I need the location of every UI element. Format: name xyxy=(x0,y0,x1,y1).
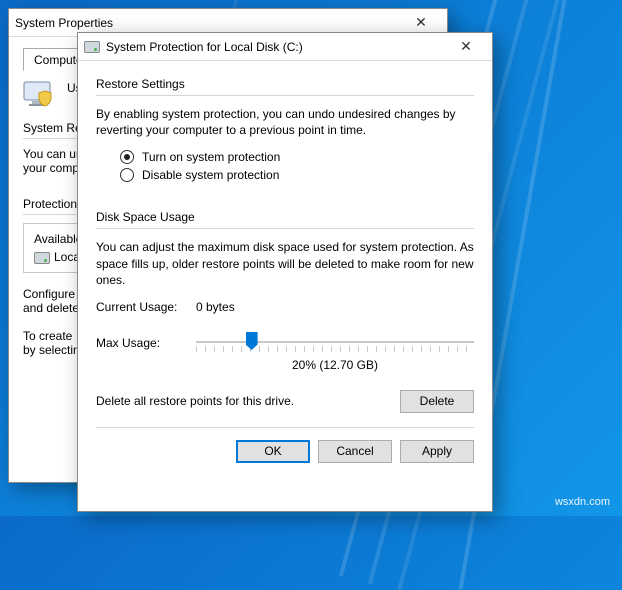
restore-settings-help: By enabling system protection, you can u… xyxy=(96,106,474,138)
close-icon[interactable]: ✕ xyxy=(401,14,441,31)
radio-on-label: Turn on system protection xyxy=(142,150,280,164)
radio-disable[interactable]: Disable system protection xyxy=(120,168,474,182)
disk-space-group-label: Disk Space Usage xyxy=(96,210,474,224)
delete-button[interactable]: Delete xyxy=(400,390,474,413)
system-protection-titlebar[interactable]: System Protection for Local Disk (C:) ✕ xyxy=(78,33,492,61)
monitor-shield-icon xyxy=(23,81,57,111)
system-protection-dialog: System Protection for Local Disk (C:) ✕ … xyxy=(77,32,493,512)
radio-turn-on[interactable]: Turn on system protection xyxy=(120,150,474,164)
cancel-button[interactable]: Cancel xyxy=(318,440,392,463)
current-usage-label: Current Usage: xyxy=(96,300,196,314)
max-usage-value: 20% (12.70 GB) xyxy=(196,358,474,372)
apply-button[interactable]: Apply xyxy=(400,440,474,463)
system-protection-title: System Protection for Local Disk (C:) xyxy=(106,40,446,54)
max-usage-label: Max Usage: xyxy=(96,336,196,350)
disk-space-help: You can adjust the maximum disk space us… xyxy=(96,239,474,288)
drive-icon xyxy=(34,252,50,264)
radio-off-icon xyxy=(120,168,134,182)
ok-button[interactable]: OK xyxy=(236,440,310,463)
close-icon[interactable]: ✕ xyxy=(446,38,486,55)
watermark-text: wsxdn.com xyxy=(555,496,610,508)
restore-settings-group-label: Restore Settings xyxy=(96,77,474,91)
delete-help-text: Delete all restore points for this drive… xyxy=(96,394,388,408)
max-usage-slider[interactable] xyxy=(196,330,474,356)
current-usage-value: 0 bytes xyxy=(196,300,235,314)
radio-off-label: Disable system protection xyxy=(142,168,279,182)
drive-icon xyxy=(84,40,100,54)
radio-on-icon xyxy=(120,150,134,164)
system-properties-title: System Properties xyxy=(15,16,401,30)
